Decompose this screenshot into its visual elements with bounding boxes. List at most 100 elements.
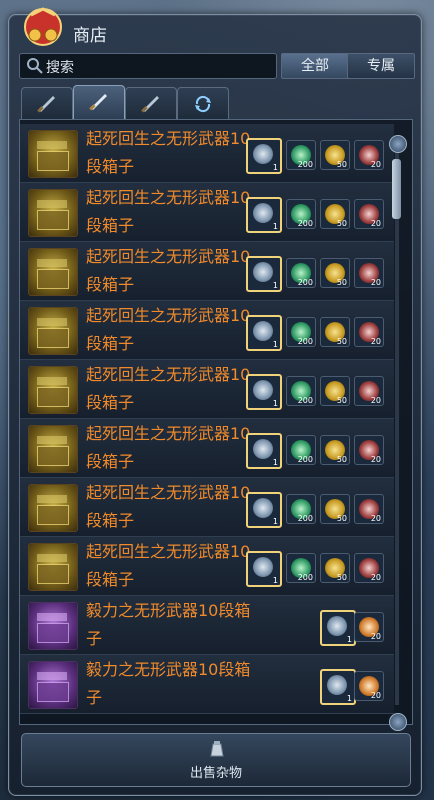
filter-all-button[interactable]: 全部 bbox=[281, 53, 349, 79]
red-relic-icon[interactable]: 20 bbox=[354, 494, 384, 524]
weapon-glyph-icon bbox=[327, 675, 347, 695]
weapon-icon[interactable]: 1 bbox=[246, 433, 282, 469]
weapon-glyph-icon bbox=[253, 380, 273, 400]
weapon-glyph-icon bbox=[253, 439, 273, 459]
green-crystal-icon[interactable]: 200 bbox=[286, 199, 316, 229]
list-item[interactable]: 起死回生之无形武器10段箱子 1 200 50 20 bbox=[20, 124, 394, 183]
cost-quantity: 200 bbox=[297, 278, 313, 287]
list-item[interactable]: 起死回生之无形武器10段箱子 1 200 50 20 bbox=[20, 419, 394, 478]
cost-quantity: 1 bbox=[346, 694, 352, 703]
weapon-icon[interactable]: 1 bbox=[320, 610, 356, 646]
sell-junk-button[interactable]: 出售杂物 bbox=[21, 733, 411, 787]
list-item[interactable]: 起死回生之无形武器10段箱子 1 200 50 20 bbox=[20, 183, 394, 242]
weapon-icon[interactable]: 1 bbox=[246, 551, 282, 587]
weapon-icon[interactable]: 1 bbox=[246, 138, 282, 174]
cost-quantity: 50 bbox=[336, 573, 347, 582]
cost-quantity: 50 bbox=[336, 514, 347, 523]
tab-weapon-2[interactable] bbox=[73, 85, 125, 120]
shop-bell-icon bbox=[24, 7, 62, 46]
tab-weapon-1[interactable] bbox=[21, 87, 73, 120]
item-name: 起死回生之无形武器10段箱子 bbox=[86, 306, 251, 353]
scroll-thumb[interactable] bbox=[392, 159, 401, 219]
sword-icon bbox=[37, 96, 55, 113]
cost-quantity: 1 bbox=[272, 163, 278, 172]
weapon-icon[interactable]: 1 bbox=[246, 197, 282, 233]
item-name: 起死回生之无形武器10段箱子 bbox=[86, 542, 251, 589]
list-item[interactable]: 毅力之无形武器10段箱子 1 20 bbox=[20, 655, 394, 714]
money-bag-icon bbox=[210, 741, 224, 757]
list-item[interactable]: 起死回生之无形武器10段箱子 1 200 50 20 bbox=[20, 478, 394, 537]
red-relic-icon[interactable]: 20 bbox=[354, 317, 384, 347]
red-relic-icon[interactable]: 20 bbox=[354, 553, 384, 583]
item-name: 起死回生之无形武器10段箱子 bbox=[86, 247, 251, 294]
chest-icon bbox=[28, 189, 78, 237]
chest-icon bbox=[28, 248, 78, 296]
cost-quantity: 200 bbox=[297, 455, 313, 464]
filter-exclusive-button[interactable]: 专属 bbox=[347, 53, 415, 79]
scroll-up-button[interactable] bbox=[389, 135, 407, 153]
chest-icon bbox=[28, 602, 78, 650]
list-item[interactable]: 毅力之无形武器10段箱子 1 20 bbox=[20, 596, 394, 655]
search-input[interactable]: 搜索 bbox=[19, 53, 277, 79]
cost-quantity: 200 bbox=[297, 219, 313, 228]
green-crystal-icon[interactable]: 200 bbox=[286, 140, 316, 170]
tab-weapon-3[interactable] bbox=[125, 87, 177, 120]
cost-quantity: 1 bbox=[346, 635, 352, 644]
gold-ore-icon[interactable]: 50 bbox=[320, 435, 350, 465]
potion-icon[interactable]: 20 bbox=[354, 612, 384, 642]
sell-junk-label: 出售杂物 bbox=[189, 766, 242, 781]
gold-ore-icon[interactable]: 50 bbox=[320, 376, 350, 406]
cost-quantity: 1 bbox=[272, 517, 278, 526]
red-relic-icon[interactable]: 20 bbox=[354, 199, 384, 229]
list-item[interactable]: 起死回生之无形武器10段箱子 1 200 50 20 bbox=[20, 360, 394, 419]
weapon-glyph-icon bbox=[253, 321, 273, 341]
weapon-icon[interactable]: 1 bbox=[246, 492, 282, 528]
scroll-track[interactable] bbox=[395, 153, 399, 705]
scroll-down-button[interactable] bbox=[389, 713, 407, 731]
red-relic-icon[interactable]: 20 bbox=[354, 258, 384, 288]
green-crystal-icon[interactable]: 200 bbox=[286, 258, 316, 288]
cost-quantity: 20 bbox=[370, 691, 381, 700]
item-name: 起死回生之无形武器10段箱子 bbox=[86, 365, 251, 412]
title-bar: 商店 bbox=[9, 7, 421, 51]
cost-quantity: 1 bbox=[272, 281, 278, 290]
green-crystal-icon[interactable]: 200 bbox=[286, 553, 316, 583]
list-item[interactable]: 起死回生之无形武器10段箱子 1 200 50 20 bbox=[20, 301, 394, 360]
tab-refresh[interactable] bbox=[177, 87, 229, 120]
potion-icon[interactable]: 20 bbox=[354, 671, 384, 701]
red-relic-icon[interactable]: 20 bbox=[354, 376, 384, 406]
red-relic-icon[interactable]: 20 bbox=[354, 435, 384, 465]
red-relic-icon[interactable]: 20 bbox=[354, 140, 384, 170]
search-icon bbox=[27, 58, 43, 74]
search-placeholder: 搜索 bbox=[46, 60, 74, 76]
green-crystal-icon[interactable]: 200 bbox=[286, 317, 316, 347]
sword-icon bbox=[89, 94, 107, 111]
cost-quantity: 50 bbox=[336, 455, 347, 464]
cost-quantity: 200 bbox=[297, 514, 313, 523]
chest-icon bbox=[28, 661, 78, 709]
gold-ore-icon[interactable]: 50 bbox=[320, 140, 350, 170]
item-list[interactable]: 起死回生之无形武器10段箱子 1 200 50 20 起死回生之无形武器10段箱子 1 200… bbox=[19, 119, 413, 725]
gold-ore-icon[interactable]: 50 bbox=[320, 199, 350, 229]
green-crystal-icon[interactable]: 200 bbox=[286, 494, 316, 524]
weapon-icon[interactable]: 1 bbox=[246, 256, 282, 292]
list-item[interactable]: 起死回生之无形武器10段箱子 1 200 50 20 bbox=[20, 242, 394, 301]
weapon-icon[interactable]: 1 bbox=[246, 315, 282, 351]
cost-quantity: 200 bbox=[297, 160, 313, 169]
list-item[interactable]: 起死回生之无形武器10段箱子 1 200 50 20 bbox=[20, 537, 394, 596]
cost-quantity: 50 bbox=[336, 160, 347, 169]
green-crystal-icon[interactable]: 200 bbox=[286, 435, 316, 465]
gold-ore-icon[interactable]: 50 bbox=[320, 494, 350, 524]
gold-ore-icon[interactable]: 50 bbox=[320, 553, 350, 583]
gold-ore-icon[interactable]: 50 bbox=[320, 317, 350, 347]
list-scrollbar[interactable] bbox=[389, 135, 407, 731]
gold-ore-icon[interactable]: 50 bbox=[320, 258, 350, 288]
green-crystal-icon[interactable]: 200 bbox=[286, 376, 316, 406]
weapon-icon[interactable]: 1 bbox=[246, 374, 282, 410]
weapon-icon[interactable]: 1 bbox=[320, 669, 356, 705]
chest-icon bbox=[28, 425, 78, 473]
cost-quantity: 50 bbox=[336, 219, 347, 228]
weapon-glyph-icon bbox=[253, 498, 273, 518]
cost-quantity: 20 bbox=[370, 278, 381, 287]
cost-quantity: 50 bbox=[336, 337, 347, 346]
